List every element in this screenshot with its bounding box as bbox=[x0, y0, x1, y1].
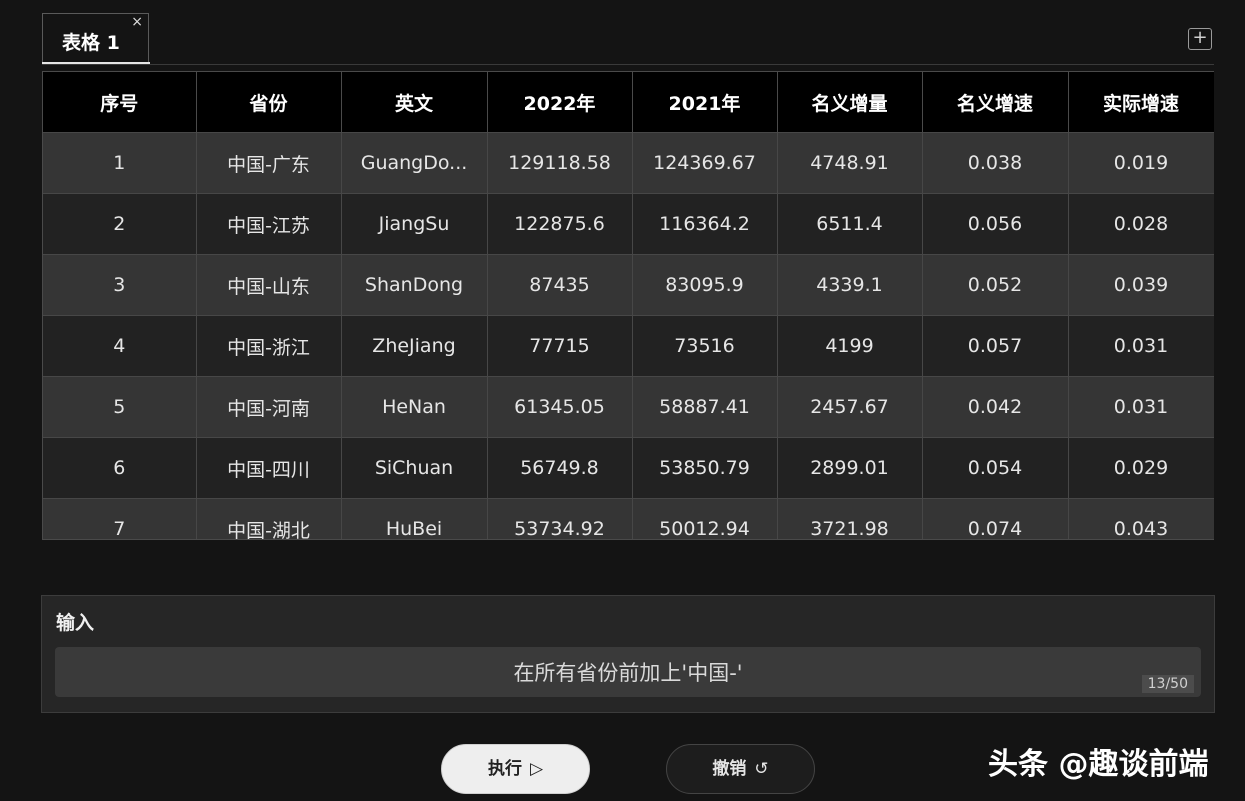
command-input[interactable]: 在所有省份前加上'中国-' 13/50 bbox=[55, 647, 1201, 697]
table-cell: 中国-江苏 bbox=[196, 193, 342, 255]
table-cell: 58887.41 bbox=[632, 376, 778, 438]
table-cell: HuBei bbox=[341, 498, 488, 539]
table-cell: 77715 bbox=[487, 315, 633, 377]
table-cell: ShanDong bbox=[341, 254, 488, 316]
table-header-row: 序号 省份 英文 2022年 2021年 名义增量 名义增速 实际增速 bbox=[43, 72, 1214, 133]
table-cell: 53734.92 bbox=[487, 498, 633, 539]
table-cell: 0.054 bbox=[922, 437, 1069, 499]
watermark: 头条 @趣谈前端 bbox=[988, 747, 1209, 782]
header-2021[interactable]: 2021年 bbox=[632, 72, 778, 133]
table-cell: GuangDo... bbox=[341, 132, 488, 194]
table-cell: 中国-河南 bbox=[196, 376, 342, 438]
table-cell: 0.031 bbox=[1068, 376, 1214, 438]
table-cell: 4 bbox=[43, 315, 197, 377]
table-cell: 129118.58 bbox=[487, 132, 633, 194]
undo-button[interactable]: 撤销 ↺ bbox=[666, 744, 815, 794]
character-counter: 13/50 bbox=[1141, 675, 1194, 693]
undo-label: 撤销 bbox=[712, 759, 747, 779]
table-cell: 87435 bbox=[487, 254, 633, 316]
table-row[interactable]: 5 中国-河南 HeNan 61345.05 58887.41 2457.67 … bbox=[43, 376, 1214, 438]
table-row[interactable]: 1 中国-广东 GuangDo... 129118.58 124369.67 4… bbox=[43, 132, 1214, 194]
table-cell: 3 bbox=[43, 254, 197, 316]
table-cell: 6 bbox=[43, 437, 197, 499]
table-cell: 2457.67 bbox=[777, 376, 923, 438]
table-cell: SiChuan bbox=[341, 437, 488, 499]
data-table: 序号 省份 英文 2022年 2021年 名义增量 名义增速 实际增速 1 中国… bbox=[43, 72, 1214, 539]
close-icon[interactable]: × bbox=[131, 14, 143, 30]
header-real-growth[interactable]: 实际增速 bbox=[1068, 72, 1214, 133]
header-english[interactable]: 英文 bbox=[341, 72, 488, 133]
table-cell: 0.056 bbox=[922, 193, 1069, 255]
table-cell: 6511.4 bbox=[777, 193, 923, 255]
table-cell: 4748.91 bbox=[777, 132, 923, 194]
table-cell: 61345.05 bbox=[487, 376, 633, 438]
header-index[interactable]: 序号 bbox=[43, 72, 197, 133]
table-cell: 中国-广东 bbox=[196, 132, 342, 194]
header-province[interactable]: 省份 bbox=[196, 72, 342, 133]
table-row[interactable]: 2 中国-江苏 JiangSu 122875.6 116364.2 6511.4… bbox=[43, 193, 1214, 255]
table-cell: 50012.94 bbox=[632, 498, 778, 539]
table-cell: 122875.6 bbox=[487, 193, 633, 255]
tab-table-1[interactable]: 表格 1 × bbox=[42, 13, 149, 64]
table-cell: 5 bbox=[43, 376, 197, 438]
table-cell: JiangSu bbox=[341, 193, 488, 255]
play-icon: ▷ bbox=[529, 759, 544, 779]
table-cell: 124369.67 bbox=[632, 132, 778, 194]
table-cell: ZheJiang bbox=[341, 315, 488, 377]
table-row[interactable]: 6 中国-四川 SiChuan 56749.8 53850.79 2899.01… bbox=[43, 437, 1214, 499]
table-cell: 83095.9 bbox=[632, 254, 778, 316]
table-cell: 0.028 bbox=[1068, 193, 1214, 255]
table-cell: 中国-四川 bbox=[196, 437, 342, 499]
table-cell: HeNan bbox=[341, 376, 488, 438]
table-cell: 0.029 bbox=[1068, 437, 1214, 499]
table-row[interactable]: 7 中国-湖北 HuBei 53734.92 50012.94 3721.98 … bbox=[43, 498, 1214, 539]
table-cell: 2899.01 bbox=[777, 437, 923, 499]
command-input-value[interactable]: 在所有省份前加上'中国-' bbox=[55, 657, 1201, 687]
table-cell: 56749.8 bbox=[487, 437, 633, 499]
table-cell: 4199 bbox=[777, 315, 923, 377]
execute-button[interactable]: 执行 ▷ bbox=[441, 744, 590, 794]
header-nominal-increase[interactable]: 名义增量 bbox=[777, 72, 923, 133]
tab-bar-divider bbox=[42, 64, 1214, 65]
table-cell: 116364.2 bbox=[632, 193, 778, 255]
table-cell: 0.039 bbox=[1068, 254, 1214, 316]
table-cell: 53850.79 bbox=[632, 437, 778, 499]
table-cell: 3721.98 bbox=[777, 498, 923, 539]
table-cell: 0.031 bbox=[1068, 315, 1214, 377]
header-2022[interactable]: 2022年 bbox=[487, 72, 633, 133]
table-cell: 73516 bbox=[632, 315, 778, 377]
table-cell: 0.043 bbox=[1068, 498, 1214, 539]
table-row[interactable]: 4 中国-浙江 ZheJiang 77715 73516 4199 0.057 … bbox=[43, 315, 1214, 377]
tab-label: 表格 1 bbox=[62, 32, 120, 54]
table-cell: 2 bbox=[43, 193, 197, 255]
table-cell: 0.057 bbox=[922, 315, 1069, 377]
header-nominal-growth[interactable]: 名义增速 bbox=[922, 72, 1069, 133]
input-title: 输入 bbox=[56, 612, 95, 634]
table-cell: 4339.1 bbox=[777, 254, 923, 316]
table-cell: 0.074 bbox=[922, 498, 1069, 539]
input-panel: 输入 在所有省份前加上'中国-' 13/50 bbox=[41, 595, 1215, 713]
execute-label: 执行 bbox=[487, 759, 522, 779]
add-tab-icon[interactable]: + bbox=[1188, 28, 1212, 50]
table-cell: 0.052 bbox=[922, 254, 1069, 316]
undo-icon: ↺ bbox=[754, 759, 769, 779]
table-cell: 1 bbox=[43, 132, 197, 194]
table-cell: 0.038 bbox=[922, 132, 1069, 194]
table-cell: 7 bbox=[43, 498, 197, 539]
table-row[interactable]: 3 中国-山东 ShanDong 87435 83095.9 4339.1 0.… bbox=[43, 254, 1214, 316]
table-cell: 中国-浙江 bbox=[196, 315, 342, 377]
table-cell: 中国-山东 bbox=[196, 254, 342, 316]
table-cell: 0.042 bbox=[922, 376, 1069, 438]
data-table-container[interactable]: 序号 省份 英文 2022年 2021年 名义增量 名义增速 实际增速 1 中国… bbox=[42, 71, 1214, 540]
table-cell: 中国-湖北 bbox=[196, 498, 342, 539]
table-cell: 0.019 bbox=[1068, 132, 1214, 194]
